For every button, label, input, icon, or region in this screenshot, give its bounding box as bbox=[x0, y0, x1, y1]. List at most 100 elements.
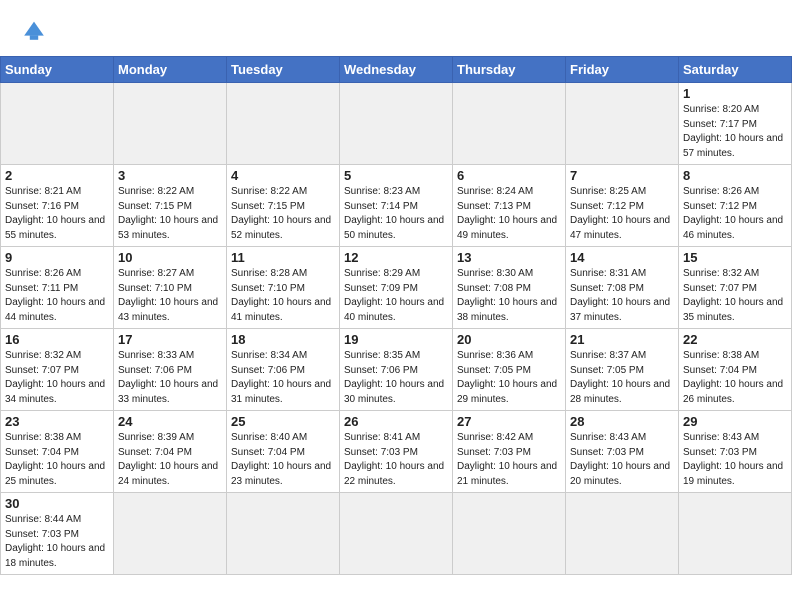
calendar-header-saturday: Saturday bbox=[679, 57, 792, 83]
day-number: 19 bbox=[344, 332, 448, 347]
day-number: 11 bbox=[231, 250, 335, 265]
day-info: Sunrise: 8:37 AMSunset: 7:05 PMDaylight:… bbox=[570, 349, 674, 407]
calendar-cell-9: 9Sunrise: 8:26 AMSunset: 7:11 PMDaylight… bbox=[1, 247, 114, 329]
calendar-cell-empty bbox=[453, 493, 566, 575]
day-info: Sunrise: 8:43 AMSunset: 7:03 PMDaylight:… bbox=[570, 431, 674, 489]
day-info: Sunrise: 8:39 AMSunset: 7:04 PMDaylight:… bbox=[118, 431, 222, 489]
day-info: Sunrise: 8:28 AMSunset: 7:10 PMDaylight:… bbox=[231, 267, 335, 325]
day-info: Sunrise: 8:40 AMSunset: 7:04 PMDaylight:… bbox=[231, 431, 335, 489]
calendar-header-friday: Friday bbox=[566, 57, 679, 83]
calendar-cell-11: 11 Sunrise: 8:28 AMSunset: 7:10 PMDayligh… bbox=[227, 247, 340, 329]
calendar-header-sunday: Sunday bbox=[1, 57, 114, 83]
day-number: 30 bbox=[5, 496, 109, 511]
calendar-cell-8: 8 Sunrise: 8:26 AMSunset: 7:12 PMDaylight… bbox=[679, 165, 792, 247]
calendar-cell-19: 19 Sunrise: 8:35 AMSunset: 7:06 PMDayligh… bbox=[340, 329, 453, 411]
day-number: 8 bbox=[683, 168, 787, 183]
calendar-cell-14: 14 Sunrise: 8:31 AMSunset: 7:08 PMDayligh… bbox=[566, 247, 679, 329]
day-number: 29 bbox=[683, 414, 787, 429]
day-number: 20 bbox=[457, 332, 561, 347]
day-info: Sunrise: 8:29 AMSunset: 7:09 PMDaylight:… bbox=[344, 267, 448, 325]
day-info: Sunrise: 8:22 AMSunset: 7:15 PMDaylight:… bbox=[118, 185, 222, 243]
calendar-cell-21: 21 Sunrise: 8:37 AMSunset: 7:05 PMDayligh… bbox=[566, 329, 679, 411]
calendar-cell-empty bbox=[679, 493, 792, 575]
calendar-week-3: 16Sunrise: 8:32 AMSunset: 7:07 PMDayligh… bbox=[1, 329, 792, 411]
day-info: Sunrise: 8:26 AMSunset: 7:12 PMDaylight:… bbox=[683, 185, 787, 243]
day-info: Sunrise: 8:25 AMSunset: 7:12 PMDaylight:… bbox=[570, 185, 674, 243]
day-info: Sunrise: 8:36 AMSunset: 7:05 PMDaylight:… bbox=[457, 349, 561, 407]
day-info: Sunrise: 8:34 AMSunset: 7:06 PMDaylight:… bbox=[231, 349, 335, 407]
day-number: 25 bbox=[231, 414, 335, 429]
calendar-week-0: 1Sunrise: 8:20 AMSunset: 7:17 PMDaylight… bbox=[1, 83, 792, 165]
day-number: 14 bbox=[570, 250, 674, 265]
day-number: 6 bbox=[457, 168, 561, 183]
day-info: Sunrise: 8:31 AMSunset: 7:08 PMDaylight:… bbox=[570, 267, 674, 325]
calendar-cell-18: 18 Sunrise: 8:34 AMSunset: 7:06 PMDayligh… bbox=[227, 329, 340, 411]
calendar-cell-10: 10Sunrise: 8:27 AMSunset: 7:10 PMDayligh… bbox=[114, 247, 227, 329]
calendar-cell-29: 29 Sunrise: 8:43 AMSunset: 7:03 PMDayligh… bbox=[679, 411, 792, 493]
calendar-cell-26: 26Sunrise: 8:41 AMSunset: 7:03 PMDayligh… bbox=[340, 411, 453, 493]
header bbox=[0, 0, 792, 52]
day-number: 3 bbox=[118, 168, 222, 183]
calendar-cell-28: 28 Sunrise: 8:43 AMSunset: 7:03 PMDayligh… bbox=[566, 411, 679, 493]
day-info: Sunrise: 8:33 AMSunset: 7:06 PMDaylight:… bbox=[118, 349, 222, 407]
calendar-table: SundayMondayTuesdayWednesdayThursdayFrid… bbox=[0, 56, 792, 575]
day-number: 2 bbox=[5, 168, 109, 183]
calendar-header-row: SundayMondayTuesdayWednesdayThursdayFrid… bbox=[1, 57, 792, 83]
page: SundayMondayTuesdayWednesdayThursdayFrid… bbox=[0, 0, 792, 575]
calendar-cell-empty bbox=[340, 83, 453, 165]
day-number: 18 bbox=[231, 332, 335, 347]
day-number: 23 bbox=[5, 414, 109, 429]
day-info: Sunrise: 8:21 AMSunset: 7:16 PMDaylight:… bbox=[5, 185, 109, 243]
day-number: 21 bbox=[570, 332, 674, 347]
day-number: 10 bbox=[118, 250, 222, 265]
calendar-cell-16: 16Sunrise: 8:32 AMSunset: 7:07 PMDayligh… bbox=[1, 329, 114, 411]
calendar-week-5: 30Sunrise: 8:44 AMSunset: 7:03 PMDayligh… bbox=[1, 493, 792, 575]
calendar-cell-3: 3 Sunrise: 8:22 AMSunset: 7:15 PMDaylight… bbox=[114, 165, 227, 247]
calendar-cell-2: 2 Sunrise: 8:21 AMSunset: 7:16 PMDaylight… bbox=[1, 165, 114, 247]
calendar-cell-24: 24 Sunrise: 8:39 AMSunset: 7:04 PMDayligh… bbox=[114, 411, 227, 493]
day-number: 24 bbox=[118, 414, 222, 429]
day-info: Sunrise: 8:42 AMSunset: 7:03 PMDaylight:… bbox=[457, 431, 561, 489]
day-number: 5 bbox=[344, 168, 448, 183]
day-info: Sunrise: 8:26 AMSunset: 7:11 PMDaylight:… bbox=[5, 267, 109, 325]
day-number: 16 bbox=[5, 332, 109, 347]
day-info: Sunrise: 8:23 AMSunset: 7:14 PMDaylight:… bbox=[344, 185, 448, 243]
calendar-cell-empty bbox=[1, 83, 114, 165]
calendar-cell-empty bbox=[453, 83, 566, 165]
day-info: Sunrise: 8:24 AMSunset: 7:13 PMDaylight:… bbox=[457, 185, 561, 243]
calendar-cell-12: 12 Sunrise: 8:29 AMSunset: 7:09 PMDayligh… bbox=[340, 247, 453, 329]
calendar-cell-4: 4 Sunrise: 8:22 AMSunset: 7:15 PMDaylight… bbox=[227, 165, 340, 247]
day-info: Sunrise: 8:43 AMSunset: 7:03 PMDaylight:… bbox=[683, 431, 787, 489]
calendar-week-1: 2 Sunrise: 8:21 AMSunset: 7:16 PMDaylight… bbox=[1, 165, 792, 247]
calendar-cell-30: 30Sunrise: 8:44 AMSunset: 7:03 PMDayligh… bbox=[1, 493, 114, 575]
calendar-cell-20: 20 Sunrise: 8:36 AMSunset: 7:05 PMDayligh… bbox=[453, 329, 566, 411]
day-number: 4 bbox=[231, 168, 335, 183]
calendar-cell-empty bbox=[566, 493, 679, 575]
day-info: Sunrise: 8:38 AMSunset: 7:04 PMDaylight:… bbox=[683, 349, 787, 407]
calendar-cell-empty bbox=[114, 493, 227, 575]
calendar-cell-empty bbox=[340, 493, 453, 575]
day-number: 7 bbox=[570, 168, 674, 183]
day-info: Sunrise: 8:22 AMSunset: 7:15 PMDaylight:… bbox=[231, 185, 335, 243]
calendar-cell-6: 6 Sunrise: 8:24 AMSunset: 7:13 PMDaylight… bbox=[453, 165, 566, 247]
day-info: Sunrise: 8:32 AMSunset: 7:07 PMDaylight:… bbox=[683, 267, 787, 325]
day-number: 12 bbox=[344, 250, 448, 265]
day-number: 22 bbox=[683, 332, 787, 347]
day-number: 27 bbox=[457, 414, 561, 429]
day-info: Sunrise: 8:35 AMSunset: 7:06 PMDaylight:… bbox=[344, 349, 448, 407]
day-number: 13 bbox=[457, 250, 561, 265]
calendar-header-monday: Monday bbox=[114, 57, 227, 83]
calendar-cell-empty bbox=[227, 83, 340, 165]
calendar-cell-27: 27 Sunrise: 8:42 AMSunset: 7:03 PMDayligh… bbox=[453, 411, 566, 493]
calendar-cell-7: 7 Sunrise: 8:25 AMSunset: 7:12 PMDaylight… bbox=[566, 165, 679, 247]
calendar-week-2: 9Sunrise: 8:26 AMSunset: 7:11 PMDaylight… bbox=[1, 247, 792, 329]
logo-icon bbox=[20, 16, 48, 44]
logo bbox=[20, 16, 52, 44]
day-number: 1 bbox=[683, 86, 787, 101]
calendar-cell-5: 5 Sunrise: 8:23 AMSunset: 7:14 PMDaylight… bbox=[340, 165, 453, 247]
day-info: Sunrise: 8:38 AMSunset: 7:04 PMDaylight:… bbox=[5, 431, 109, 489]
day-number: 15 bbox=[683, 250, 787, 265]
day-number: 28 bbox=[570, 414, 674, 429]
calendar-cell-13: 13Sunrise: 8:30 AMSunset: 7:08 PMDayligh… bbox=[453, 247, 566, 329]
calendar-week-4: 23 Sunrise: 8:38 AMSunset: 7:04 PMDayligh… bbox=[1, 411, 792, 493]
